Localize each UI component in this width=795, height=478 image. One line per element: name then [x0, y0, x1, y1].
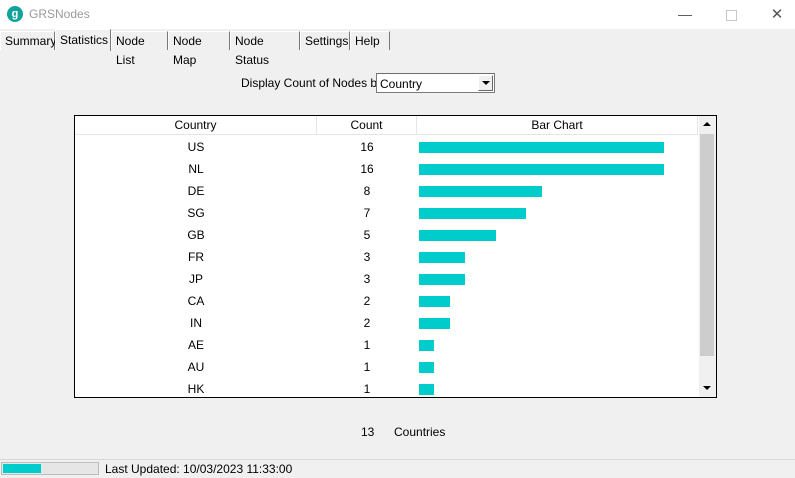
country-list-view[interactable]: Country Count Bar Chart US 16 NL 16 DE 8 SG 7 GB…	[74, 115, 717, 398]
count-bar	[419, 142, 664, 153]
window-title: GRSNodes	[29, 7, 90, 21]
country-cell: JP	[188, 272, 203, 286]
table-row[interactable]: SG 7	[75, 203, 698, 225]
country-cell: AU	[187, 360, 205, 374]
table-row[interactable]: JP 3	[75, 269, 698, 291]
status-bar: Last Updated: 10/03/2023 11:33:00	[0, 459, 795, 478]
count-bar	[419, 340, 434, 351]
count-cell: 16	[360, 140, 374, 154]
count-cell: 2	[363, 294, 371, 308]
display-by-label: Display Count of Nodes by	[241, 76, 384, 90]
minimize-button[interactable]: —	[662, 0, 708, 29]
tab-node-map[interactable]: Node Map	[168, 31, 230, 67]
count-cell: 5	[363, 228, 371, 242]
column-header-bar-chart[interactable]: Bar Chart	[417, 116, 698, 134]
title-bar: g GRSNodes — ✕	[0, 0, 795, 29]
count-cell: 1	[363, 338, 371, 352]
count-cell: 8	[363, 184, 371, 198]
list-rows: US 16 NL 16 DE 8 SG 7 GB 5 FR 3 JP 3 CA 2 IN 2 AE 1 AU 1 HK 1	[75, 135, 698, 397]
app-logo-icon: g	[7, 6, 23, 22]
tab-strip: Summary Statistics Node List Node Map No…	[0, 29, 795, 67]
count-cell: 7	[363, 206, 371, 220]
table-row[interactable]: GB 5	[75, 225, 698, 247]
tab-node-list[interactable]: Node List	[111, 31, 168, 67]
maximize-button[interactable]	[708, 0, 754, 29]
table-row[interactable]: AU 1	[75, 357, 698, 379]
scroll-up-button[interactable]	[699, 116, 716, 133]
country-cell: NL	[188, 162, 204, 176]
group-by-dropdown[interactable]: Country	[376, 73, 495, 93]
country-cell: US	[187, 140, 205, 154]
table-row[interactable]: AE 1	[75, 335, 698, 357]
update-progress-bar	[1, 462, 99, 475]
close-button[interactable]: ✕	[754, 0, 795, 29]
count-bar	[419, 362, 434, 373]
table-row[interactable]: NL 16	[75, 159, 698, 181]
column-header-count[interactable]: Count	[317, 116, 417, 134]
country-cell: SG	[187, 206, 205, 220]
country-cell: FR	[188, 250, 204, 264]
count-cell: 2	[363, 316, 371, 330]
count-bar	[419, 384, 434, 395]
last-updated-text: Last Updated: 10/03/2023 11:33:00	[105, 462, 293, 476]
country-cell: CA	[187, 294, 205, 308]
table-row[interactable]: IN 2	[75, 313, 698, 335]
count-bar	[419, 164, 664, 175]
count-cell: 1	[363, 360, 371, 374]
chevron-down-icon	[482, 81, 490, 85]
country-cell: AE	[187, 338, 204, 352]
scrollbar-thumb[interactable]	[700, 134, 714, 356]
country-total-count: 13	[361, 425, 375, 439]
dropdown-selected-value: Country	[380, 77, 423, 91]
count-bar	[419, 208, 526, 219]
count-bar	[419, 252, 465, 263]
tab-settings[interactable]: Settings	[300, 31, 350, 50]
count-bar	[419, 296, 450, 307]
arrow-down-icon	[703, 386, 711, 390]
tab-statistics[interactable]: Statistics	[55, 29, 111, 51]
table-row[interactable]: DE 8	[75, 181, 698, 203]
country-cell: GB	[187, 228, 205, 242]
table-row[interactable]: HK 1	[75, 379, 698, 397]
column-header-country[interactable]: Country	[75, 116, 317, 134]
scroll-down-button[interactable]	[699, 380, 716, 397]
arrow-up-icon	[703, 122, 711, 126]
count-bar	[419, 318, 450, 329]
count-cell: 1	[363, 382, 371, 396]
table-row[interactable]: FR 3	[75, 247, 698, 269]
list-header: Country Count Bar Chart	[75, 116, 698, 135]
progress-fill	[3, 464, 41, 473]
tab-summary[interactable]: Summary	[0, 31, 56, 50]
count-cell: 3	[363, 272, 371, 286]
maximize-icon	[725, 9, 737, 21]
table-row[interactable]: US 16	[75, 137, 698, 159]
count-bar	[419, 186, 542, 197]
count-cell: 16	[360, 162, 374, 176]
count-cell: 3	[363, 250, 371, 264]
country-cell: IN	[190, 316, 202, 330]
dropdown-button[interactable]	[478, 75, 493, 91]
count-bar	[419, 274, 465, 285]
count-bar	[419, 230, 496, 241]
vertical-scrollbar[interactable]	[699, 116, 716, 397]
table-row[interactable]: CA 2	[75, 291, 698, 313]
country-cell: DE	[187, 184, 205, 198]
tab-node-status[interactable]: Node Status	[230, 31, 300, 67]
tab-help[interactable]: Help	[350, 31, 390, 50]
country-total-label: Countries	[394, 425, 446, 439]
country-cell: HK	[187, 382, 205, 396]
